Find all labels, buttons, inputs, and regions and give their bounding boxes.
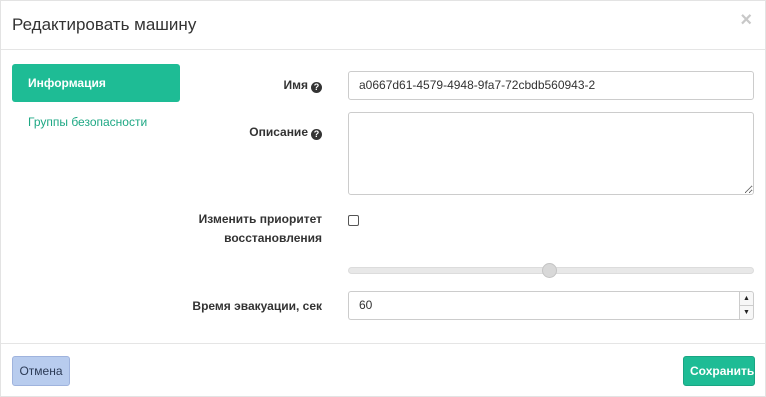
footer-divider xyxy=(1,343,765,344)
name-label-text: Имя xyxy=(283,78,308,92)
description-label: Описание? xyxy=(249,125,322,140)
modal-header: Редактировать машину × xyxy=(1,1,765,50)
recovery-priority-label-line1: Изменить приоритет xyxy=(198,212,322,226)
help-icon[interactable]: ? xyxy=(311,129,322,140)
recovery-priority-label-line2: восстановления xyxy=(224,231,322,245)
description-label-text: Описание xyxy=(249,125,308,139)
modal-title: Редактировать машину xyxy=(12,15,197,34)
close-icon[interactable]: × xyxy=(740,10,752,30)
name-label: Имя? xyxy=(283,78,322,93)
name-input[interactable]: a0667d61-4579-4948-9fa7-72cbdb560943-2 xyxy=(348,71,754,100)
help-icon[interactable]: ? xyxy=(311,82,322,93)
recovery-priority-checkbox[interactable] xyxy=(348,215,359,226)
priority-slider-handle[interactable] xyxy=(542,263,557,278)
spin-up-icon[interactable]: ▲ xyxy=(740,292,753,306)
evacuation-time-spinner: ▲ ▼ xyxy=(739,291,754,320)
tab-information[interactable]: Информация xyxy=(12,64,180,102)
cancel-button[interactable]: Отмена xyxy=(12,356,70,386)
recovery-priority-label: Изменить приоритет восстановления xyxy=(199,210,322,248)
edit-instance-modal: Редактировать машину × Информация Группы… xyxy=(0,0,766,397)
save-button[interactable]: Сохранить xyxy=(683,356,755,386)
evacuation-time-input[interactable]: 60 xyxy=(348,291,740,320)
evacuation-time-label: Время эвакуации, сек xyxy=(192,299,322,313)
tab-security-groups[interactable]: Группы безопасности xyxy=(28,115,147,129)
spin-down-icon[interactable]: ▼ xyxy=(740,306,753,319)
description-textarea[interactable] xyxy=(348,112,754,195)
